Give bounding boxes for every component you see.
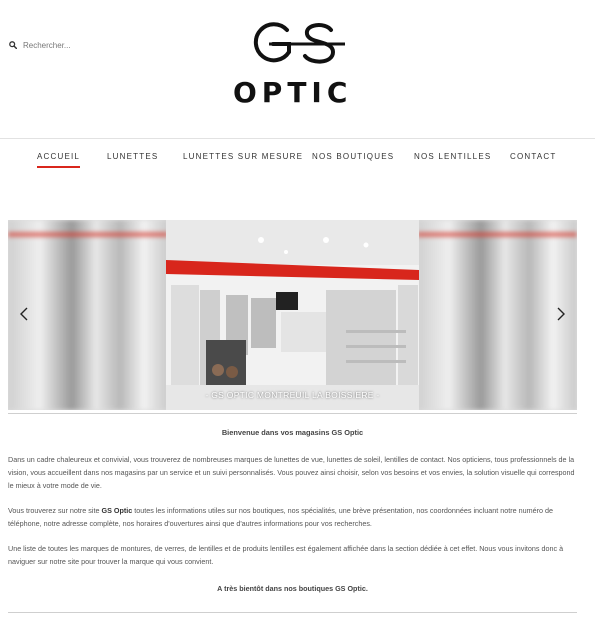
search-input[interactable]	[23, 40, 113, 50]
header-divider	[0, 138, 595, 139]
slide-preview-left	[8, 220, 168, 410]
slide-current-image: - GS OPTIC MONTREUIL LA BOISSIERE -	[166, 220, 419, 410]
welcome-section: Bienvenue dans vos magasins GS Optic Dan…	[8, 426, 577, 607]
brand-name: GS Optic	[101, 506, 133, 515]
nav-item-lunettes-sur-mesure[interactable]: LUNETTES SUR MESURE	[183, 152, 303, 161]
nav-item-accueil[interactable]: ACCUEIL	[37, 152, 81, 168]
closing-line: A très bientôt dans nos boutiques GS Opt…	[217, 584, 368, 593]
slide-preview-right	[417, 220, 577, 410]
slide-caption: - GS OPTIC MONTREUIL LA BOISSIERE -	[205, 390, 380, 400]
welcome-heading: Bienvenue dans vos magasins GS Optic	[221, 428, 364, 437]
logo-mark	[253, 22, 345, 64]
welcome-paragraph-1: Dans un cadre chaleureux et convivial, v…	[8, 455, 575, 490]
logo[interactable]: OPTIC	[225, 18, 360, 110]
slider-prev-button[interactable]	[18, 306, 30, 322]
nav-item-lunettes[interactable]: LUNETTES	[107, 152, 158, 161]
welcome-paragraph-2: Vous trouverez sur notre site GS Optic t…	[8, 504, 577, 530]
nav-item-contact[interactable]: CONTACT	[510, 152, 556, 161]
chevron-right-icon	[557, 307, 565, 321]
search-box[interactable]	[9, 36, 113, 54]
paragraph-2-intro: Vous trouverez sur notre site	[8, 506, 102, 515]
nav-item-nos-lentilles[interactable]: NOS LENTILLES	[414, 152, 491, 161]
content-bottom-divider	[8, 612, 577, 613]
chevron-left-icon	[20, 307, 28, 321]
image-slider[interactable]: - GS OPTIC MONTREUIL LA BOISSIERE -	[8, 220, 577, 410]
logo-wordmark: OPTIC	[233, 76, 353, 109]
content-top-divider	[8, 413, 577, 414]
welcome-paragraph-3: Une liste de toutes les marques de montu…	[8, 544, 564, 566]
slider-next-button[interactable]	[555, 306, 567, 322]
nav-item-nos-boutiques[interactable]: NOS BOUTIQUES	[312, 152, 394, 161]
search-icon	[9, 36, 18, 54]
